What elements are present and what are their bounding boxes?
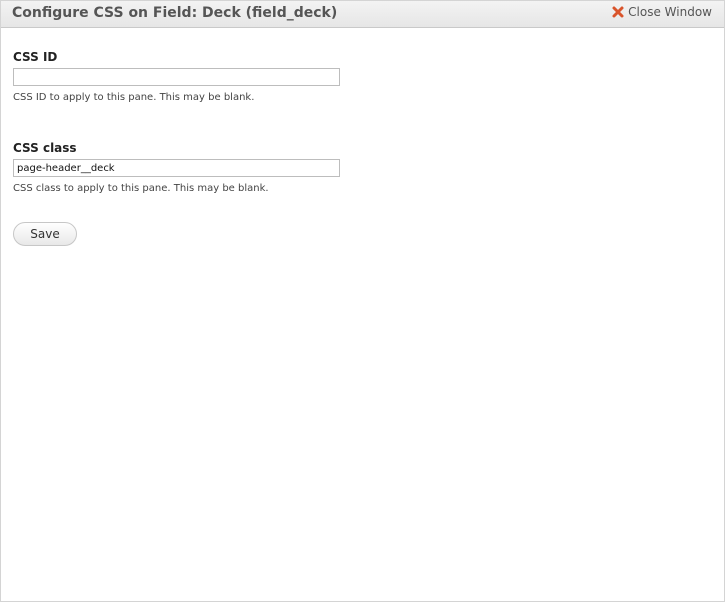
- css-id-form-item: CSS ID CSS ID to apply to this pane. Thi…: [13, 50, 340, 103]
- css-id-label: CSS ID: [13, 50, 58, 64]
- close-window-label: Close Window: [628, 5, 712, 19]
- save-button[interactable]: Save: [13, 222, 77, 246]
- close-icon: [612, 6, 624, 18]
- close-window-link[interactable]: Close Window: [611, 5, 712, 19]
- modal-title: Configure CSS on Field: Deck (field_deck…: [12, 5, 338, 21]
- css-class-label: CSS class: [13, 141, 77, 155]
- css-class-form-item: CSS class CSS class to apply to this pan…: [13, 141, 340, 194]
- css-class-description: CSS class to apply to this pane. This ma…: [13, 183, 269, 194]
- modal-titlebar: Configure CSS on Field: Deck (field_deck…: [1, 1, 724, 28]
- css-id-input[interactable]: [13, 68, 340, 86]
- configure-css-modal: Configure CSS on Field: Deck (field_deck…: [0, 0, 725, 602]
- css-class-input[interactable]: [13, 159, 340, 177]
- css-id-description: CSS ID to apply to this pane. This may b…: [13, 92, 255, 103]
